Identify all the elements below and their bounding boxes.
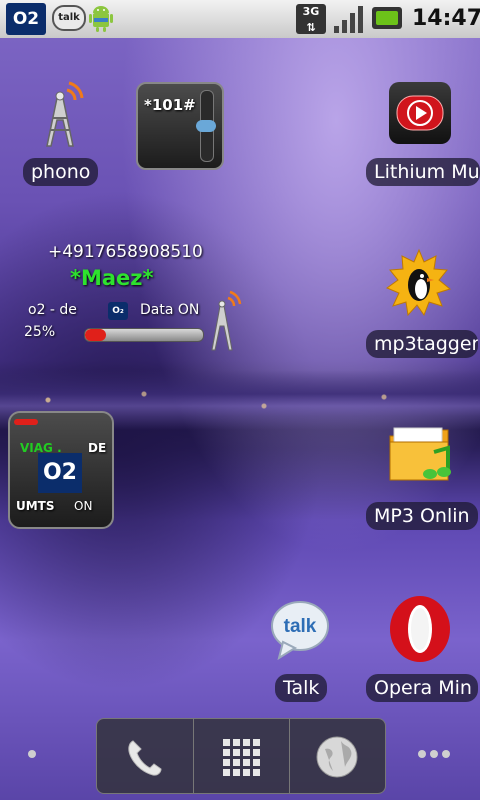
o2-widget-bottom-right: ON xyxy=(74,499,93,513)
play-icon xyxy=(396,95,444,131)
lithium-icon-bg xyxy=(389,82,451,144)
page-indicator-left[interactable] xyxy=(28,750,36,758)
phone-number: +4917658908510 xyxy=(48,242,203,262)
ussd-code: *101# xyxy=(144,96,196,114)
ussd-slider-knob[interactable] xyxy=(196,120,216,132)
folder-music-icon xyxy=(389,427,451,481)
apps-grid-icon[interactable] xyxy=(221,737,261,777)
data-level-fill xyxy=(85,329,107,341)
o2-logo: O2 xyxy=(38,453,82,493)
o2-widget-top-right: DE xyxy=(88,441,107,455)
status-clock: 14:47 xyxy=(412,6,480,31)
shortcut-lithium-label: Lithium Mu xyxy=(366,158,480,186)
talk-icon: talk xyxy=(271,601,329,660)
shortcut-mp3tagger-label: mp3tagger xyxy=(366,330,478,358)
signal-strength-icon xyxy=(334,6,363,33)
contact-name: *Maez* xyxy=(70,266,154,290)
phone-icon[interactable] xyxy=(123,737,167,777)
page-indicator-right[interactable] xyxy=(418,750,452,760)
percent-text: 25% xyxy=(24,324,56,340)
svg-text:talk: talk xyxy=(284,616,317,637)
shortcut-mp3-online-label: MP3 Onlin xyxy=(366,502,478,530)
browser-globe-icon[interactable] xyxy=(315,735,359,779)
antenna-icon xyxy=(46,81,84,147)
status-bar[interactable]: O2 talk 3G ⇅ 14:47 xyxy=(0,0,480,38)
network-3g-icon: 3G ⇅ xyxy=(296,4,326,34)
shortcut-talk-label: Talk xyxy=(275,674,328,702)
o2-notification-icon: O2 xyxy=(6,3,46,35)
o2-widget-level xyxy=(14,419,38,425)
opera-icon xyxy=(390,596,450,662)
shortcut-opera-label: Opera Min xyxy=(366,674,478,702)
data-status: Data ON xyxy=(140,302,200,318)
o2-widget-bottom-left: UMTS xyxy=(16,499,55,513)
antenna-small-icon xyxy=(211,290,242,351)
operator-name: o2 - de xyxy=(28,302,77,318)
o2-widget[interactable]: VIAG . DE O2 UMTS ON xyxy=(8,411,114,529)
dock xyxy=(96,718,386,794)
ussd-widget[interactable]: *101# xyxy=(136,82,224,170)
battery-icon xyxy=(372,7,402,29)
penguin-icon xyxy=(385,248,452,317)
talk-notification-icon: talk xyxy=(52,5,86,31)
o2-small-icon: O₂ xyxy=(108,302,128,320)
data-level-bar xyxy=(84,328,204,342)
shortcut-phono-label: phono xyxy=(23,158,99,186)
android-notification-icon xyxy=(89,6,113,32)
